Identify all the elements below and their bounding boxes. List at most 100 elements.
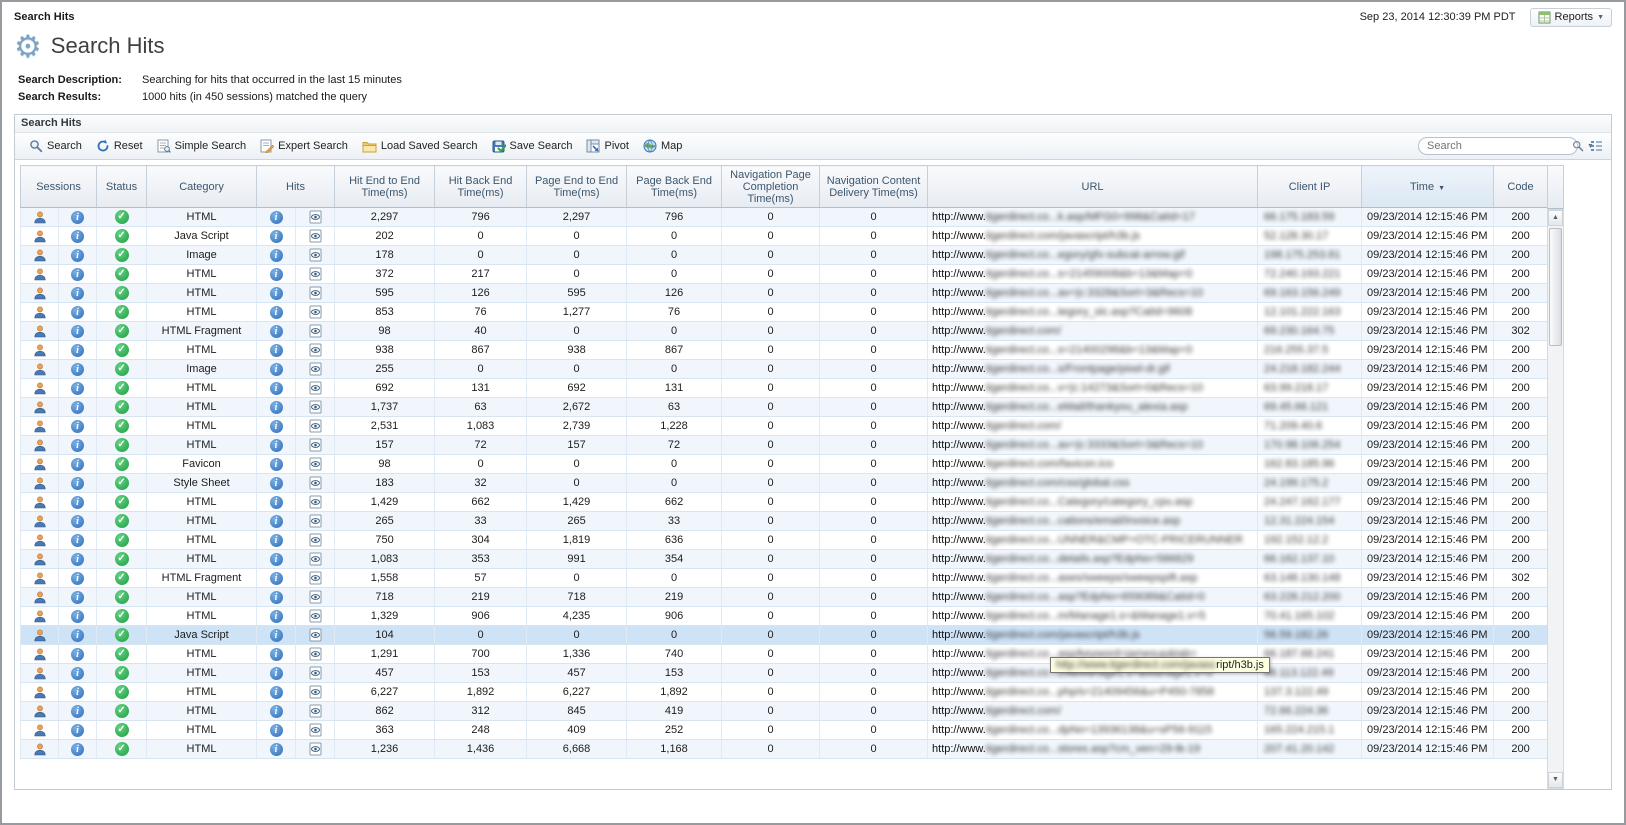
user-icon[interactable]: [33, 324, 47, 338]
table-row[interactable]: i✓Style Sheeti183320000http://www.tigerd…: [21, 474, 1548, 493]
col-status[interactable]: Status: [97, 166, 147, 208]
info-icon[interactable]: i: [71, 553, 84, 566]
view-report-icon[interactable]: [309, 552, 322, 566]
hit-view-cell[interactable]: [296, 702, 335, 721]
session-user-cell[interactable]: [21, 246, 59, 265]
user-icon[interactable]: [33, 400, 47, 414]
hit-view-cell[interactable]: [296, 588, 335, 607]
hit-info-cell[interactable]: i: [257, 208, 296, 227]
hit-view-cell[interactable]: [296, 417, 335, 436]
table-row[interactable]: i✓HTMLi7503041,81963600http://www.tigerd…: [21, 531, 1548, 550]
info-icon[interactable]: i: [270, 420, 283, 433]
info-icon[interactable]: i: [270, 705, 283, 718]
session-user-cell[interactable]: [21, 436, 59, 455]
session-user-cell[interactable]: [21, 664, 59, 683]
hit-info-cell[interactable]: i: [257, 531, 296, 550]
url-cell[interactable]: http://www.tigerdirect.com/: [928, 702, 1258, 721]
info-icon[interactable]: i: [71, 401, 84, 414]
info-icon[interactable]: i: [270, 743, 283, 756]
info-icon[interactable]: i: [270, 610, 283, 623]
url-cell[interactable]: http://www.tigerdirect.co...php/s=214094…: [928, 683, 1258, 702]
info-icon[interactable]: i: [71, 249, 84, 262]
view-report-icon[interactable]: [309, 609, 322, 623]
info-icon[interactable]: i: [71, 629, 84, 642]
session-info-cell[interactable]: i: [59, 379, 97, 398]
view-report-icon[interactable]: [309, 495, 322, 509]
info-icon[interactable]: i: [270, 477, 283, 490]
table-row[interactable]: i✓HTMLi1,2917001,33674000http://www.tige…: [21, 645, 1548, 664]
hit-view-cell[interactable]: [296, 341, 335, 360]
url-cell[interactable]: http://www.tigerdirect.com/favicon.ico: [928, 455, 1258, 474]
session-user-cell[interactable]: [21, 550, 59, 569]
info-icon[interactable]: i: [270, 439, 283, 452]
view-report-icon[interactable]: [309, 571, 322, 585]
view-report-icon[interactable]: [309, 628, 322, 642]
session-info-cell[interactable]: i: [59, 569, 97, 588]
user-icon[interactable]: [33, 628, 47, 642]
table-row[interactable]: i✓HTMLi2,2977962,29779600http://www.tige…: [21, 208, 1548, 227]
search-magnifier-icon[interactable]: [1572, 140, 1584, 152]
info-icon[interactable]: i: [270, 249, 283, 262]
load-saved-search-button[interactable]: Load Saved Search: [356, 137, 484, 156]
session-info-cell[interactable]: i: [59, 436, 97, 455]
search-input[interactable]: [1427, 140, 1569, 152]
hit-info-cell[interactable]: i: [257, 341, 296, 360]
table-row[interactable]: i✓Java Scripti20200000http://www.tigerdi…: [21, 227, 1548, 246]
info-icon[interactable]: i: [270, 534, 283, 547]
info-icon[interactable]: i: [71, 610, 84, 623]
user-icon[interactable]: [33, 647, 47, 661]
session-info-cell[interactable]: i: [59, 721, 97, 740]
session-user-cell[interactable]: [21, 341, 59, 360]
info-icon[interactable]: i: [71, 325, 84, 338]
info-icon[interactable]: i: [71, 648, 84, 661]
view-report-icon[interactable]: [309, 419, 322, 433]
view-report-icon[interactable]: [309, 248, 322, 262]
hit-view-cell[interactable]: [296, 626, 335, 645]
session-user-cell[interactable]: [21, 531, 59, 550]
user-icon[interactable]: [33, 210, 47, 224]
col-url[interactable]: URL: [928, 166, 1258, 208]
hit-info-cell[interactable]: i: [257, 702, 296, 721]
hit-view-cell[interactable]: [296, 531, 335, 550]
info-icon[interactable]: i: [270, 306, 283, 319]
table-row[interactable]: i✓HTMLi1,08335399135400http://www.tigerd…: [21, 550, 1548, 569]
table-row[interactable]: i✓HTMLi59512659512600http://www.tigerdir…: [21, 284, 1548, 303]
view-report-icon[interactable]: [309, 514, 322, 528]
user-icon[interactable]: [33, 438, 47, 452]
user-icon[interactable]: [33, 742, 47, 756]
table-row[interactable]: i✓HTMLi71821971821900http://www.tigerdir…: [21, 588, 1548, 607]
info-icon[interactable]: i: [71, 230, 84, 243]
info-icon[interactable]: i: [270, 382, 283, 395]
session-user-cell[interactable]: [21, 417, 59, 436]
table-row[interactable]: i✓HTMLi45715345715300http://www.tigerdir…: [21, 664, 1548, 683]
user-icon[interactable]: [33, 685, 47, 699]
hit-info-cell[interactable]: i: [257, 436, 296, 455]
user-icon[interactable]: [33, 343, 47, 357]
info-icon[interactable]: i: [71, 705, 84, 718]
user-icon[interactable]: [33, 229, 47, 243]
hit-info-cell[interactable]: i: [257, 512, 296, 531]
expert-search-button[interactable]: Expert Search: [254, 136, 354, 156]
hit-info-cell[interactable]: i: [257, 379, 296, 398]
view-report-icon[interactable]: [309, 476, 322, 490]
info-icon[interactable]: i: [71, 382, 84, 395]
info-icon[interactable]: i: [71, 724, 84, 737]
table-row[interactable]: i✓HTMLi265332653300http://www.tigerdirec…: [21, 512, 1548, 531]
session-info-cell[interactable]: i: [59, 740, 97, 759]
user-icon[interactable]: [33, 704, 47, 718]
table-row[interactable]: i✓HTMLi1,2361,4366,6681,16800http://www.…: [21, 740, 1548, 759]
search-button[interactable]: Search: [23, 136, 88, 156]
info-icon[interactable]: i: [71, 534, 84, 547]
session-info-cell[interactable]: i: [59, 664, 97, 683]
session-info-cell[interactable]: i: [59, 322, 97, 341]
hit-info-cell[interactable]: i: [257, 721, 296, 740]
info-icon[interactable]: i: [71, 572, 84, 585]
user-icon[interactable]: [33, 305, 47, 319]
hit-view-cell[interactable]: [296, 246, 335, 265]
url-cell[interactable]: http://www.tigerdirect.co...egory/gfx-su…: [928, 246, 1258, 265]
quick-search-box[interactable]: ▼: [1418, 137, 1578, 155]
url-cell[interactable]: http://www.tigerdirect.co...asp?EdpNo=65…: [928, 588, 1258, 607]
hit-view-cell[interactable]: [296, 512, 335, 531]
user-icon[interactable]: [33, 533, 47, 547]
session-user-cell[interactable]: [21, 588, 59, 607]
